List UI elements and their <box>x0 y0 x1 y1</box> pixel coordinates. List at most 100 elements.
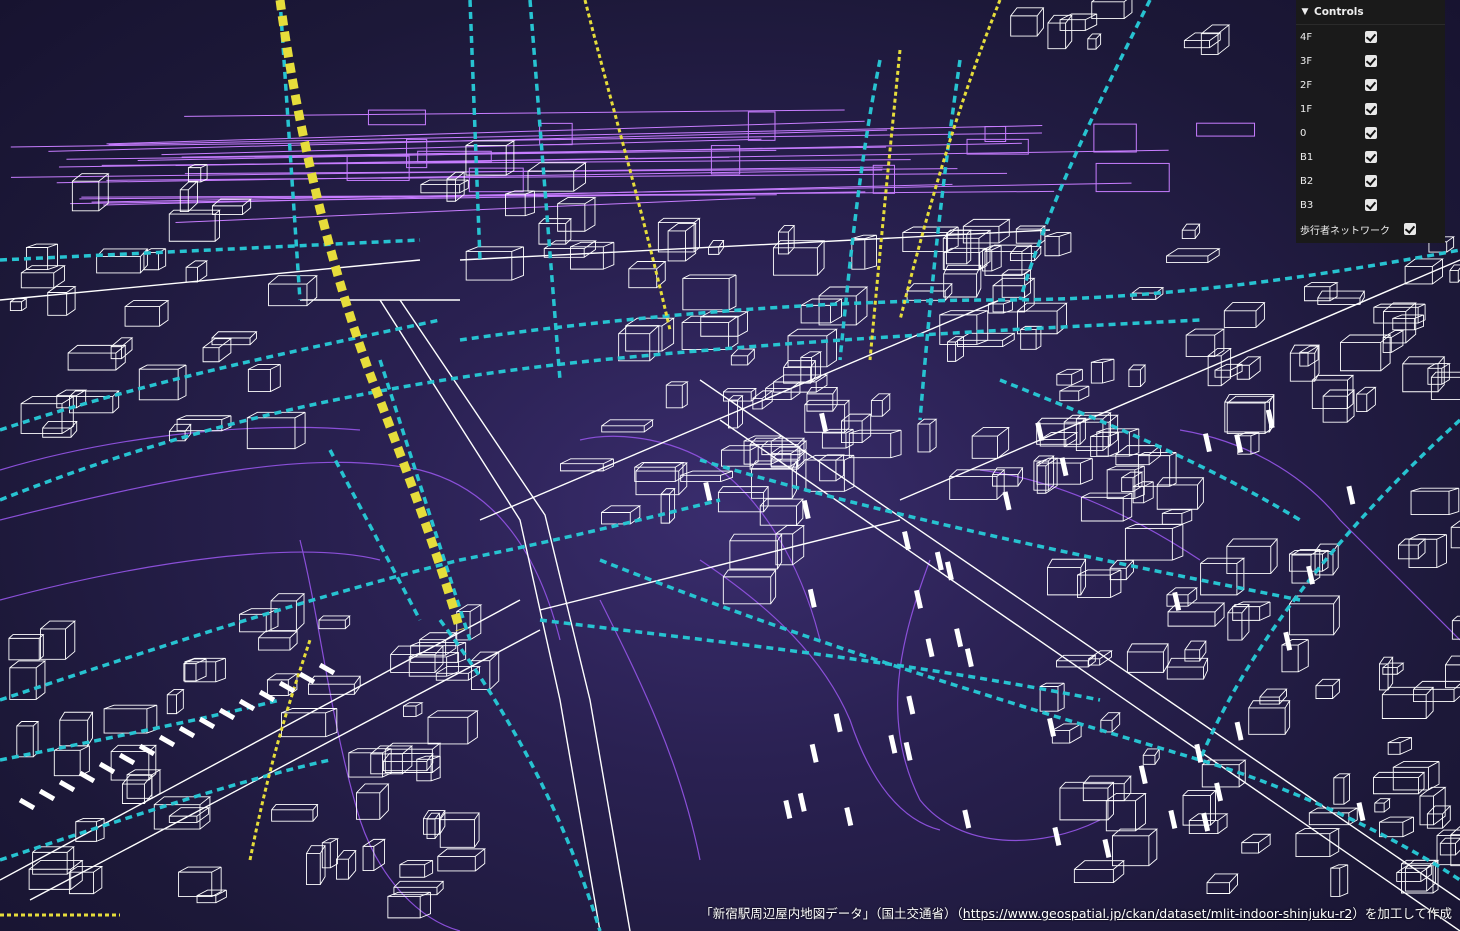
building-wireframe <box>178 866 222 898</box>
stair-marker <box>58 779 76 793</box>
building-wireframe <box>268 275 318 307</box>
stair-marker <box>703 481 713 502</box>
room-outline-4f <box>346 155 410 181</box>
building-wireframe <box>1248 700 1291 735</box>
controls-title[interactable]: ▼ Controls <box>1296 0 1445 25</box>
stair-marker <box>906 695 916 715</box>
building-wireframe <box>917 418 938 453</box>
building-wireframe <box>42 421 78 438</box>
building-wireframe <box>1289 344 1320 382</box>
network-checkbox[interactable] <box>1404 223 1416 235</box>
layer-checkbox[interactable] <box>1365 127 1377 139</box>
pedestrian-network-link <box>699 458 1301 602</box>
building-wireframe <box>1076 569 1122 598</box>
building-wireframe <box>560 458 614 472</box>
stair-marker <box>98 761 116 775</box>
building-wireframe <box>1087 33 1102 50</box>
building-wireframe <box>1241 833 1272 854</box>
building-wireframe <box>166 689 185 715</box>
room-outline-4f <box>747 111 776 141</box>
building-wireframe <box>1439 837 1460 856</box>
stair-marker <box>801 500 811 520</box>
building-wireframe <box>16 721 40 758</box>
layer-checkbox[interactable] <box>1365 31 1377 43</box>
stair-marker <box>925 638 935 658</box>
building-wireframe <box>772 240 826 276</box>
building-wireframe <box>1166 587 1199 607</box>
building-wireframe <box>1445 655 1460 689</box>
floor-outline-purple <box>299 539 461 931</box>
building-wireframe <box>20 265 66 289</box>
building-wireframe <box>1090 431 1119 457</box>
building-wireframe <box>1059 385 1090 402</box>
stair-marker <box>962 809 972 829</box>
building-wireframe <box>1200 24 1231 55</box>
building-wireframe <box>184 657 226 683</box>
layer-checkbox[interactable] <box>1365 151 1377 163</box>
building-wireframe <box>848 429 902 459</box>
attribution-link[interactable]: https://www.geospatial.jp/ckan/dataset/m… <box>963 906 1353 921</box>
building-wireframe <box>805 454 855 492</box>
building-wireframe <box>628 261 667 289</box>
building-wireframe <box>439 812 480 848</box>
stair-marker <box>807 588 817 608</box>
map-3d-viewport[interactable]: ▼ Controls 4F 3F 2F 1F 0 B1 B2 B3 歩行者ネット… <box>0 0 1460 931</box>
stair-marker <box>1265 409 1275 429</box>
stair-marker <box>178 725 196 739</box>
pedestrian-network-link <box>0 318 1201 502</box>
building-wireframe <box>1091 0 1133 20</box>
layer-toggle-0: 0 <box>1296 121 1445 145</box>
building-wireframe <box>1128 364 1147 387</box>
layer-checkbox[interactable] <box>1365 79 1377 91</box>
building-wireframe <box>1226 538 1279 574</box>
stair-marker <box>1102 838 1112 859</box>
vertical-network-link <box>275 0 465 632</box>
building-wireframe <box>1142 748 1161 765</box>
layer-toggle-b2: B2 <box>1296 169 1445 193</box>
building-wireframe <box>1382 330 1405 353</box>
building-wireframe <box>819 454 846 482</box>
building-wireframe <box>390 645 445 673</box>
layer-checkbox[interactable] <box>1365 175 1377 187</box>
building-wireframe <box>247 363 281 393</box>
building-wireframe <box>870 393 891 417</box>
building-wireframe <box>1181 223 1201 239</box>
stair-marker <box>797 792 807 812</box>
stair-marker <box>198 716 216 730</box>
layer-toggle-4f: 4F <box>1296 25 1445 49</box>
building-wireframe <box>9 298 28 312</box>
layer-checkbox[interactable] <box>1365 103 1377 115</box>
layer-checkbox[interactable] <box>1365 55 1377 67</box>
indoor-map-scene[interactable] <box>0 0 1460 931</box>
building-wireframe <box>71 173 110 212</box>
layer-checkbox[interactable] <box>1365 199 1377 211</box>
building-wireframe <box>806 387 839 412</box>
building-wireframe <box>67 344 127 371</box>
building-wireframe <box>1080 492 1133 522</box>
layer-label: B2 <box>1300 175 1314 187</box>
building-wireframe <box>618 325 660 362</box>
building-wireframe <box>1090 358 1115 384</box>
stair-marker <box>888 734 898 754</box>
layer-toggle-2f: 2F <box>1296 73 1445 97</box>
building-wireframe <box>1379 816 1414 838</box>
building-wireframe <box>427 710 479 745</box>
layer-label: 3F <box>1300 55 1313 67</box>
layer-toggle-b1: B1 <box>1296 145 1445 169</box>
stair-marker <box>278 680 296 694</box>
building-wireframe <box>682 274 737 311</box>
floor-outline-purple <box>0 551 381 601</box>
pedestrian-network-link <box>1198 418 1460 761</box>
stair-marker <box>833 713 843 733</box>
building-wireframe <box>1236 356 1262 380</box>
layer-toggle-1f: 1F <box>1296 97 1445 121</box>
building-wireframe <box>1112 828 1159 867</box>
building-wireframe <box>1402 356 1446 393</box>
stair-marker <box>1002 491 1012 511</box>
building-wireframe <box>1124 523 1184 561</box>
building-wireframe <box>420 179 469 194</box>
building-wireframe <box>1161 509 1193 525</box>
room-outline-4f <box>367 109 426 126</box>
floor-outline-purple <box>699 559 941 831</box>
floor-4f-outline <box>184 109 845 117</box>
